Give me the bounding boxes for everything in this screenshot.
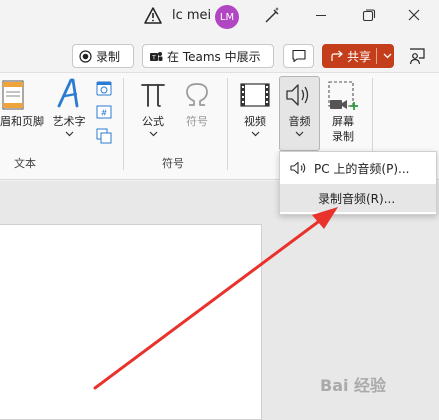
present-mode-icon[interactable]: [407, 46, 427, 66]
share-button[interactable]: 共享: [322, 44, 394, 68]
share-label: 共享: [347, 49, 372, 64]
menu-item-label: 录制音频(R)...: [318, 191, 396, 206]
group-label-text: 文本: [14, 157, 36, 170]
screen-recording-label-line2[interactable]: 录制: [322, 128, 364, 144]
menu-item-audio-on-pc[interactable]: PC 上的音频(P)...: [280, 154, 436, 182]
slide-number-icon[interactable]: #: [96, 104, 112, 120]
teams-label: 在 Teams 中展示: [167, 49, 261, 64]
equation-pi-icon[interactable]: [140, 80, 166, 108]
ribbon-divider: [227, 78, 228, 170]
designer-wand-icon[interactable]: [262, 6, 282, 26]
ribbon-divider: [123, 78, 124, 170]
user-name: lc mei: [172, 8, 212, 23]
minimize-button[interactable]: [316, 15, 326, 16]
svg-text:#: #: [101, 109, 108, 118]
screen-recording-icon[interactable]: [327, 80, 359, 112]
record-icon: [79, 49, 92, 63]
screen-recording-label-line1[interactable]: 屏幕: [322, 113, 364, 129]
comments-button[interactable]: [283, 44, 314, 68]
video-label[interactable]: 视频: [235, 113, 275, 129]
date-time-icon[interactable]: [96, 80, 112, 96]
speaker-icon: [290, 161, 306, 175]
equation-label[interactable]: 公式: [133, 113, 173, 129]
menu-item-record-audio[interactable]: 录制音频(R)...: [280, 184, 436, 212]
restore-button[interactable]: [362, 8, 376, 22]
audio-label: 音频: [288, 115, 311, 128]
chevron-down-icon[interactable]: [149, 131, 158, 137]
slide[interactable]: [0, 224, 262, 420]
chevron-down-icon: [295, 131, 304, 137]
video-icon[interactable]: [240, 83, 270, 107]
share-icon: [331, 50, 343, 61]
audio-menu: PC 上的音频(P)... 录制音频(R)...: [279, 151, 437, 215]
symbol-omega-icon[interactable]: [184, 80, 210, 108]
chevron-down-icon: [383, 53, 392, 59]
present-in-teams-button[interactable]: T 在 Teams 中展示: [142, 44, 274, 68]
avatar[interactable]: LM: [215, 5, 239, 29]
watermark: Bai 经验: [320, 376, 387, 395]
speaker-icon: [286, 84, 309, 106]
symbol-label[interactable]: 符号: [177, 113, 217, 129]
record-button[interactable]: 录制: [72, 44, 134, 68]
warning-icon[interactable]: [144, 7, 162, 24]
menu-item-label: PC 上的音频(P)...: [314, 161, 410, 176]
group-label-symbols: 符号: [162, 157, 184, 170]
header-footer-icon: [2, 80, 24, 110]
chevron-down-icon[interactable]: [65, 131, 74, 137]
header-footer-label[interactable]: 眉和页脚: [0, 113, 44, 129]
chevron-down-icon[interactable]: [251, 131, 260, 137]
close-button[interactable]: [407, 8, 421, 22]
share-split-divider: [376, 48, 377, 64]
teams-icon: T: [150, 51, 163, 61]
wordart-icon[interactable]: [55, 78, 83, 108]
object-icon[interactable]: [96, 128, 112, 144]
wordart-label[interactable]: 艺术字: [48, 113, 90, 129]
comment-icon: [291, 49, 306, 63]
record-label: 录制: [96, 49, 121, 64]
svg-text:T: T: [151, 54, 156, 61]
